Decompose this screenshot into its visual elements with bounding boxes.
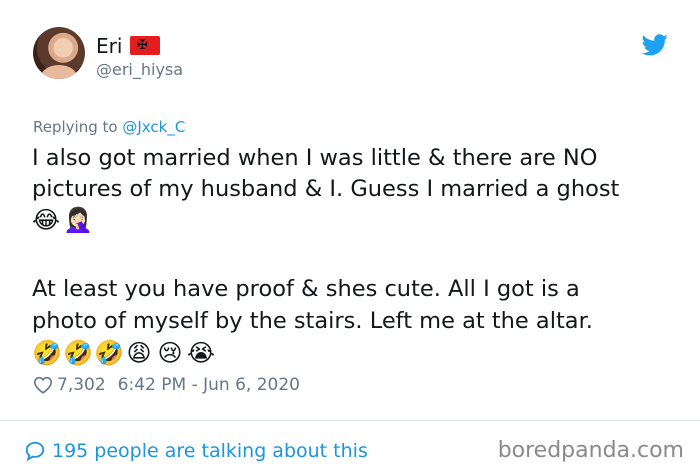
replying-prefix: Replying to [33,118,123,136]
rolling-laughing-emoji: 🤣 [63,339,93,367]
divider [0,420,700,421]
rolling-laughing-emoji: 🤣 [94,339,124,367]
like-count[interactable]: 7,302 [57,375,106,395]
tweet-meta: 7,302 6:42 PM - Jun 6, 2020 [33,373,300,397]
twitter-bird-icon[interactable] [642,34,668,56]
tweet-text-line: At least you have proof & shes cute. All… [32,276,580,302]
emoji-row: 🤣 🤣 🤣 😩 😢 😭 [32,338,215,368]
albania-flag-icon: ✠ [130,36,160,55]
reply-mention-link[interactable]: @Jxck_C [122,118,185,136]
loudly-crying-emoji: 😭 [187,339,216,367]
facepalm-emoji: 🤦🏻‍♀️ [63,206,93,234]
tears-of-joy-emoji: 😂 [32,206,61,234]
conversation-text: 195 people are talking about this [52,440,368,462]
tweet-text-line: pictures of my husband & I. Guess I marr… [32,176,620,202]
rolling-laughing-emoji: 🤣 [32,339,62,367]
speech-bubble-icon [25,441,45,462]
avatar[interactable] [33,27,85,79]
user-handle[interactable]: @eri_hiysa [96,60,183,80]
heart-icon[interactable] [33,376,53,394]
tweet-text-line: I also got married when I was little & t… [32,145,598,171]
weary-face-emoji: 😩 [126,339,152,367]
timestamp[interactable]: 6:42 PM - Jun 6, 2020 [118,375,300,395]
boredpanda-watermark: boredpanda.com [497,438,684,463]
replying-to: Replying to @Jxck_C [33,118,185,136]
crying-face-emoji: 😢 [157,339,183,367]
display-name[interactable]: Eri [96,34,122,58]
emoji-row: 😂 🤦🏻‍♀️ [32,205,93,235]
flag-eagle-glyph: ✠ [137,38,148,53]
avatar-shoulder [41,65,77,79]
conversation-link[interactable]: 195 people are talking about this [24,438,368,464]
tweet-text-line: photo of myself by the stairs. Left me a… [32,308,593,334]
tweet-card: Eri ✠ @eri_hiysa Replying to @Jxck_C I a… [0,0,700,474]
